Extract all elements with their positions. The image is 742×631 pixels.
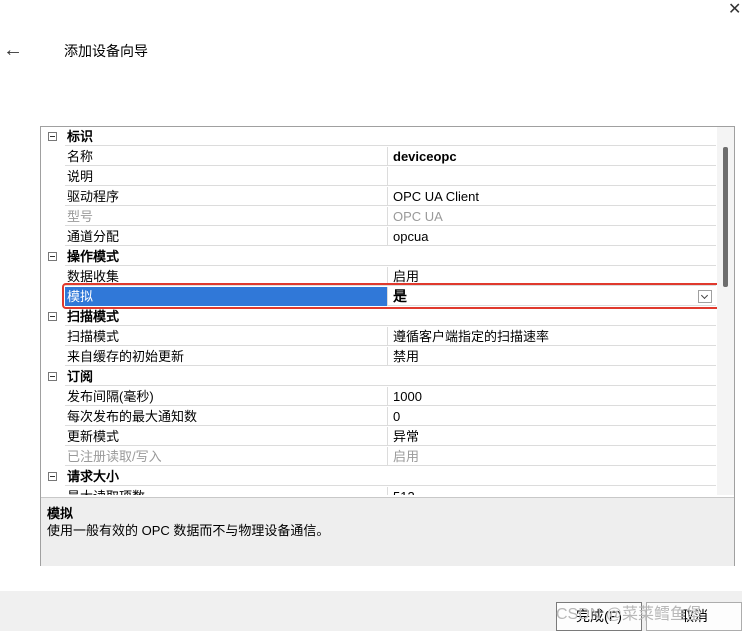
- row-gutter: [41, 207, 65, 227]
- row-gutter: [41, 267, 65, 287]
- property-value[interactable]: OPC UA Client: [387, 187, 716, 206]
- property-row[interactable]: 最大读取项数 512: [41, 487, 716, 495]
- property-value[interactable]: 1000: [387, 387, 716, 406]
- row-gutter: [41, 187, 65, 207]
- property-row[interactable]: 发布间隔(毫秒) 1000: [41, 387, 716, 407]
- property-name: 最大读取项数: [65, 487, 387, 495]
- property-name: 每次发布的最大通知数: [65, 407, 387, 426]
- property-row[interactable]: 模拟是: [41, 287, 716, 307]
- property-name: 型号: [65, 207, 387, 226]
- row-gutter: [41, 387, 65, 407]
- category-label: 请求大小: [65, 467, 716, 486]
- row-gutter: [41, 487, 65, 495]
- property-value-text: OPC UA: [393, 209, 443, 224]
- property-value[interactable]: 遵循客户端指定的扫描速率: [387, 327, 716, 346]
- property-category[interactable]: 扫描模式: [41, 307, 716, 327]
- description-text: 使用一般有效的 OPC 数据而不与物理设备通信。: [47, 523, 330, 538]
- property-value-text: 异常: [393, 429, 420, 444]
- collapse-minus-icon[interactable]: [48, 252, 57, 261]
- property-name: 名称: [65, 147, 387, 166]
- row-gutter: [41, 407, 65, 427]
- category-label: 标识: [65, 127, 716, 146]
- property-value-text: opcua: [393, 229, 429, 244]
- property-value-text: 禁用: [393, 349, 420, 364]
- property-name: 通道分配: [65, 227, 387, 246]
- property-value-text: 是: [393, 288, 407, 304]
- row-gutter: [41, 287, 65, 307]
- property-row[interactable]: 驱动程序 OPC UA Client: [41, 187, 716, 207]
- property-value[interactable]: 异常: [387, 427, 716, 446]
- property-row[interactable]: 通道分配 opcua: [41, 227, 716, 247]
- back-arrow-icon[interactable]: ←: [3, 40, 23, 60]
- collapse-minus-icon[interactable]: [48, 372, 57, 381]
- property-description-panel: 模拟 使用一般有效的 OPC 数据而不与物理设备通信。: [41, 497, 734, 566]
- property-name: 来自缓存的初始更新: [65, 347, 387, 366]
- collapse-minus-icon[interactable]: [48, 132, 57, 141]
- property-value-text: deviceopc: [393, 149, 457, 164]
- property-name: 说明: [65, 167, 387, 186]
- property-value: 启用: [387, 447, 716, 466]
- row-gutter: [41, 147, 65, 167]
- property-name: 扫描模式: [65, 327, 387, 346]
- watermark: CSDN @菜菜鳕鱼堡: [556, 606, 703, 623]
- property-value[interactable]: 启用: [387, 267, 716, 286]
- property-row[interactable]: 已注册读取/写入 启用: [41, 447, 716, 467]
- row-gutter: [41, 347, 65, 367]
- property-row[interactable]: 每次发布的最大通知数 0: [41, 407, 716, 427]
- property-row[interactable]: 数据收集 启用: [41, 267, 716, 287]
- category-label: 订阅: [65, 367, 716, 386]
- property-row[interactable]: 更新模式 异常: [41, 427, 716, 447]
- property-value[interactable]: opcua: [387, 227, 716, 246]
- property-value-text: 遵循客户端指定的扫描速率: [393, 329, 550, 344]
- property-row[interactable]: 扫描模式 遵循客户端指定的扫描速率: [41, 327, 716, 347]
- property-name: 模拟: [65, 287, 387, 306]
- property-name: 已注册读取/写入: [65, 447, 387, 466]
- property-value[interactable]: deviceopc: [387, 147, 716, 166]
- property-value-text: 512: [393, 489, 415, 495]
- property-value[interactable]: 禁用: [387, 347, 716, 366]
- property-name: 数据收集: [65, 267, 387, 286]
- vertical-scrollbar[interactable]: [717, 127, 734, 495]
- property-grid: 标识 名称 deviceopc 说明 驱动程序 OPC UA Client 型号 OPC UA…: [40, 126, 735, 566]
- property-value[interactable]: [387, 167, 716, 186]
- chevron-down-icon[interactable]: [698, 290, 712, 303]
- property-rows: 标识 名称 deviceopc 说明 驱动程序 OPC UA Client 型号 OPC UA…: [41, 127, 716, 495]
- property-value-text: 1000: [393, 389, 422, 404]
- close-icon[interactable]: ✕: [728, 2, 742, 18]
- property-value-text: 启用: [393, 449, 420, 464]
- property-value-text: 0: [393, 409, 401, 424]
- property-category[interactable]: 标识: [41, 127, 716, 147]
- property-name: 更新模式: [65, 427, 387, 446]
- property-name: 驱动程序: [65, 187, 387, 206]
- collapse-minus-icon[interactable]: [48, 312, 57, 321]
- category-label: 操作模式: [65, 247, 716, 266]
- property-value-text: OPC UA Client: [393, 189, 479, 204]
- row-gutter: [41, 447, 65, 467]
- property-value[interactable]: 0: [387, 407, 716, 426]
- property-category[interactable]: 请求大小: [41, 467, 716, 487]
- property-row[interactable]: 说明: [41, 167, 716, 187]
- property-value[interactable]: 是: [387, 287, 716, 306]
- collapse-minus-icon[interactable]: [48, 472, 57, 481]
- property-row[interactable]: 名称 deviceopc: [41, 147, 716, 167]
- property-row[interactable]: 型号 OPC UA: [41, 207, 716, 227]
- row-gutter: [41, 227, 65, 247]
- property-value[interactable]: 512: [387, 487, 716, 495]
- category-label: 扫描模式: [65, 307, 716, 326]
- property-category[interactable]: 订阅: [41, 367, 716, 387]
- property-name: 发布间隔(毫秒): [65, 387, 387, 406]
- row-gutter: [41, 427, 65, 447]
- property-row[interactable]: 来自缓存的初始更新 禁用: [41, 347, 716, 367]
- wizard-title: 添加设备向导: [64, 43, 148, 59]
- property-value: OPC UA: [387, 207, 716, 226]
- scrollbar-thumb[interactable]: [723, 147, 728, 287]
- row-gutter: [41, 327, 65, 347]
- property-value-text: 启用: [393, 269, 420, 284]
- row-gutter: [41, 167, 65, 187]
- property-category[interactable]: 操作模式: [41, 247, 716, 267]
